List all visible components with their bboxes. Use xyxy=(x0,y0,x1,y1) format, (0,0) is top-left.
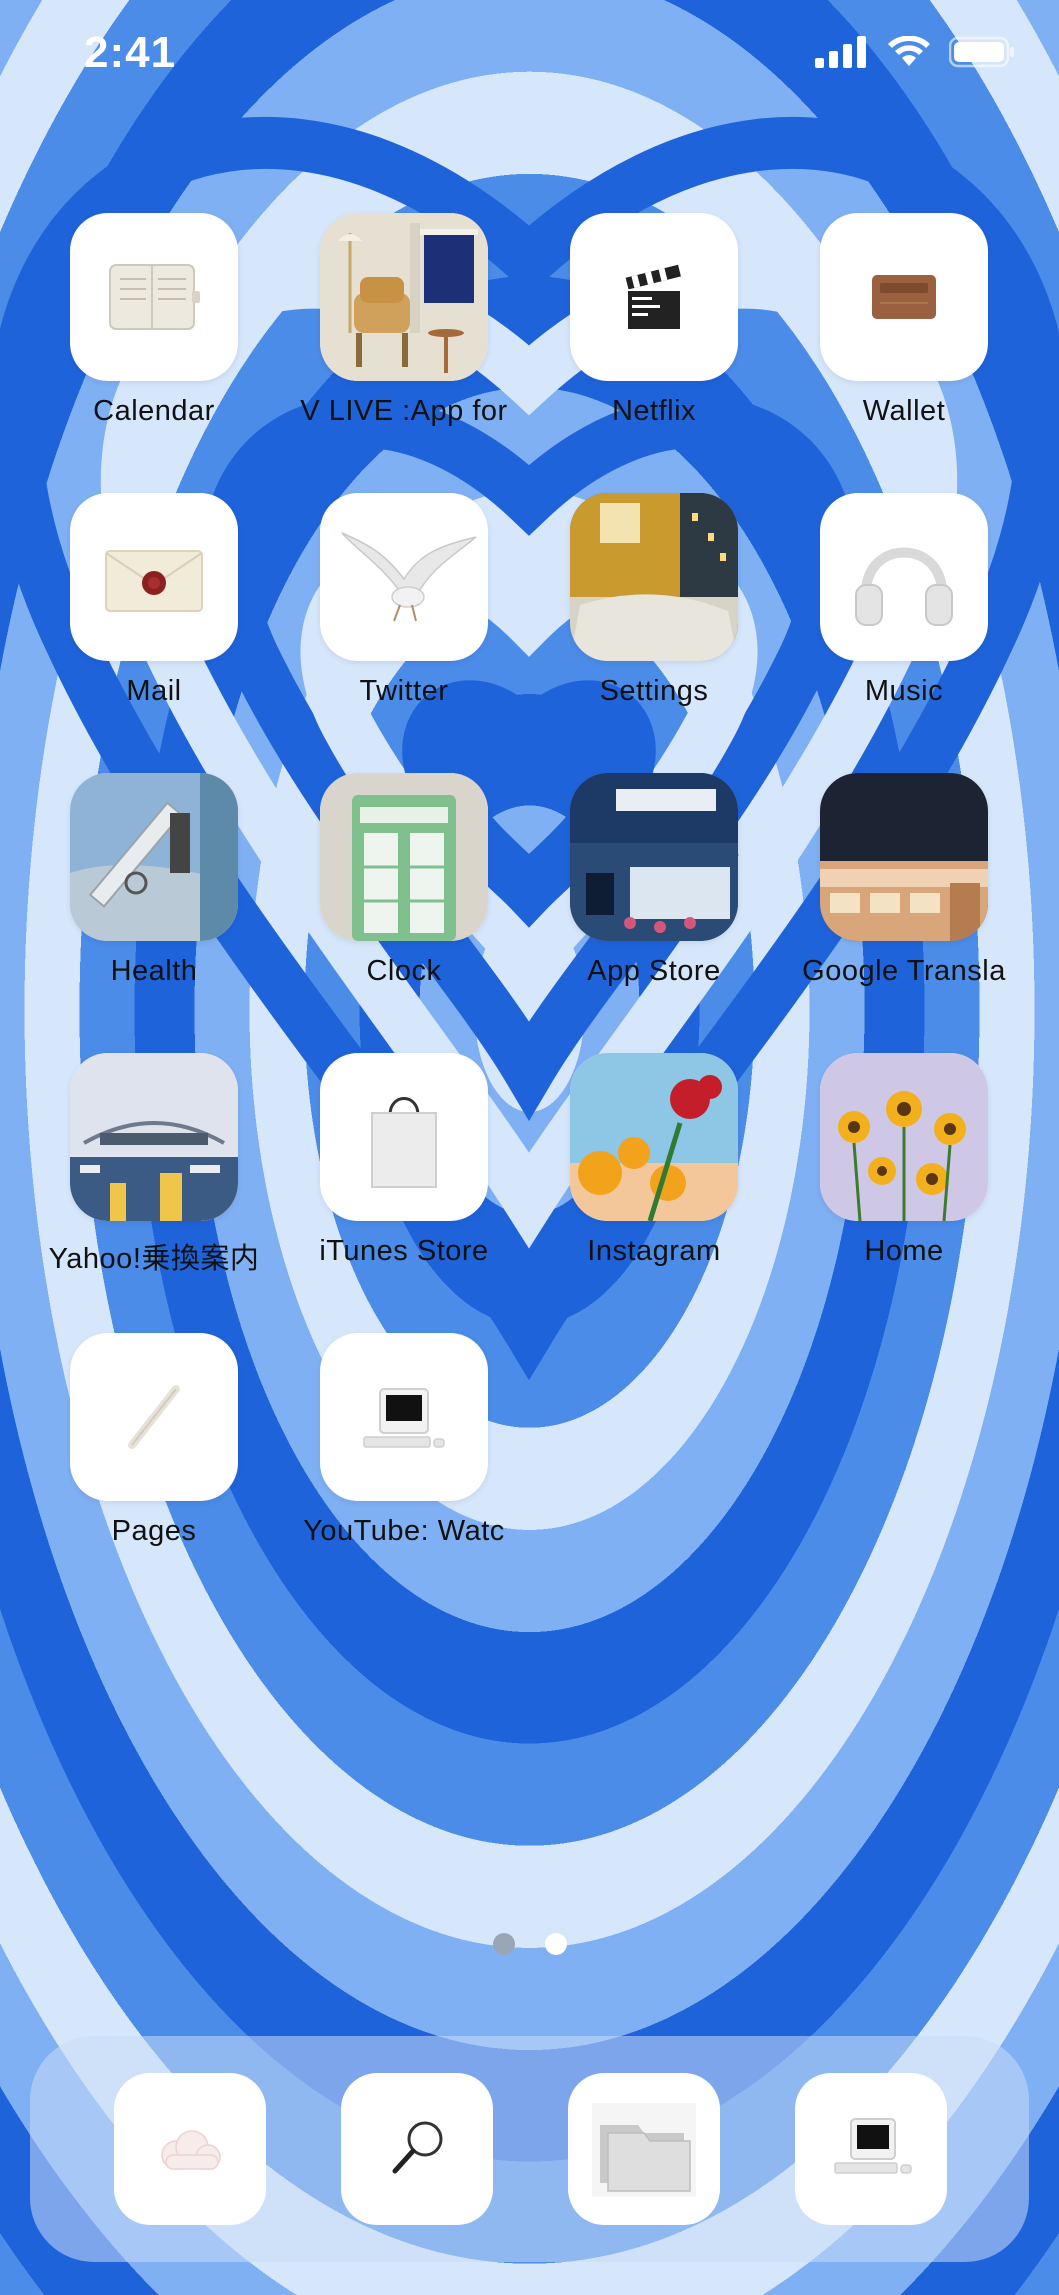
dove-icon[interactable] xyxy=(320,493,488,661)
app-label: Wallet xyxy=(862,395,946,427)
dock-magnifier-icon[interactable] xyxy=(341,2073,493,2225)
dock-retro-computer-icon[interactable] xyxy=(795,2073,947,2225)
bedroom-photo-icon[interactable] xyxy=(570,493,738,661)
app-label: Clock xyxy=(366,955,442,987)
page-dot-1[interactable] xyxy=(492,1933,515,1955)
app-label: Health xyxy=(110,955,198,987)
sealed-envelope-icon[interactable] xyxy=(70,493,238,661)
app-label: App Store xyxy=(587,955,721,987)
app-clock[interactable]: Clock xyxy=(266,773,516,1003)
clapperboard-icon[interactable] xyxy=(570,213,738,381)
app-label: Instagram xyxy=(587,1235,721,1267)
app-label: Netflix xyxy=(611,395,697,427)
app-label: Yahoo!乗換案内 xyxy=(48,1243,260,1275)
app-netflix[interactable]: Netflix xyxy=(516,213,766,443)
app-v-live[interactable]: V LIVE :App for xyxy=(266,213,516,443)
card-holder-icon[interactable] xyxy=(820,213,988,381)
phone-booth-icon[interactable] xyxy=(320,773,488,941)
app-app-store[interactable]: App Store xyxy=(516,773,766,1003)
app-pages[interactable]: Pages xyxy=(16,1333,266,1563)
app-mail[interactable]: Mail xyxy=(16,493,266,723)
planner-icon[interactable] xyxy=(70,213,238,381)
app-label: Home xyxy=(864,1235,944,1267)
status-time: 2:41 xyxy=(84,28,177,77)
app-label: V LIVE :App for xyxy=(300,395,508,427)
diner-photo-icon[interactable] xyxy=(820,773,988,941)
battery-icon xyxy=(949,36,1014,68)
folders-icon xyxy=(592,2103,696,2197)
retro-computer-icon xyxy=(834,2118,912,2174)
wifi-icon xyxy=(888,36,930,66)
cloud-icon xyxy=(161,2130,221,2170)
app-label: Calendar xyxy=(93,395,215,427)
app-label: iTunes Store xyxy=(319,1235,489,1267)
headphones-icon[interactable] xyxy=(820,493,988,661)
app-music[interactable]: Music xyxy=(766,493,1016,723)
app-health[interactable]: Health xyxy=(16,773,266,1003)
pen-icon[interactable] xyxy=(70,1333,238,1501)
app-yahoo-transit[interactable]: Yahoo!乗換案内 xyxy=(16,1053,266,1283)
telescope-photo-icon[interactable] xyxy=(70,773,238,941)
page-indicator[interactable] xyxy=(0,1933,1059,1955)
shopping-bag-icon[interactable] xyxy=(320,1053,488,1221)
app-itunes-store[interactable]: iTunes Store xyxy=(266,1053,516,1283)
app-youtube[interactable]: YouTube: Watc xyxy=(266,1333,516,1563)
app-twitter[interactable]: Twitter xyxy=(266,493,516,723)
dock-cloud-icon[interactable] xyxy=(114,2073,266,2225)
app-label: YouTube: Watc xyxy=(303,1515,505,1547)
stadium-photo-icon[interactable] xyxy=(70,1053,238,1221)
status-bar: 2:41 xyxy=(0,0,1059,110)
status-icons xyxy=(815,36,1015,68)
app-label: Mail xyxy=(126,675,182,707)
app-label: Pages xyxy=(111,1515,197,1547)
app-settings[interactable]: Settings xyxy=(516,493,766,723)
dock xyxy=(30,2036,1029,2262)
app-wallet[interactable]: Wallet xyxy=(766,213,1016,443)
app-label: Twitter xyxy=(359,675,449,707)
app-home[interactable]: Home xyxy=(766,1053,1016,1283)
cellular-signal-icon xyxy=(815,36,866,68)
dock-folders-icon[interactable] xyxy=(568,2073,720,2225)
app-label: Settings xyxy=(599,675,709,707)
app-google-translate[interactable]: Google Transla xyxy=(766,773,1016,1003)
app-label: Music xyxy=(864,675,944,707)
flowers-sky-icon[interactable] xyxy=(570,1053,738,1221)
storefront-photo-icon[interactable] xyxy=(570,773,738,941)
app-instagram[interactable]: Instagram xyxy=(516,1053,766,1283)
magnifier-icon xyxy=(392,2121,443,2174)
sunflowers-icon[interactable] xyxy=(820,1053,988,1221)
retro-computer-icon[interactable] xyxy=(320,1333,488,1501)
app-calendar[interactable]: Calendar xyxy=(16,213,266,443)
app-label: Google Transla xyxy=(802,955,1006,987)
page-dot-2[interactable] xyxy=(544,1933,567,1955)
armchair-room-icon[interactable] xyxy=(320,213,488,381)
